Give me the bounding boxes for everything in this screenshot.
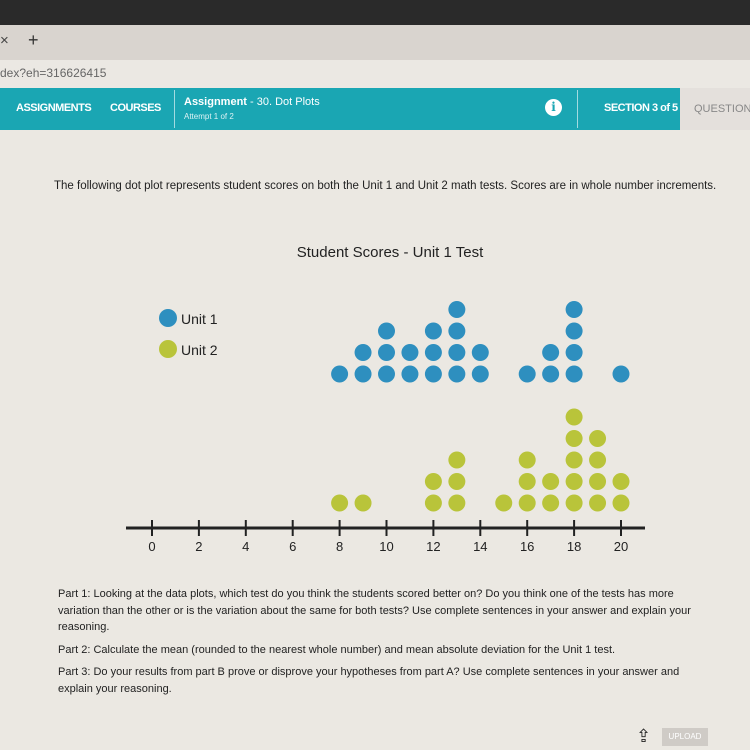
- dot-unit-2: [612, 494, 630, 512]
- url-text[interactable]: dex?eh=316626415: [0, 66, 106, 80]
- divider: [577, 90, 578, 128]
- dot-unit-1: [378, 344, 395, 361]
- dot-unit-1: [542, 344, 560, 361]
- dot-unit-2: [424, 494, 442, 512]
- dot-unit-2: [589, 494, 607, 512]
- dot-unit-1: [424, 344, 442, 361]
- dots: [331, 301, 630, 512]
- dot-unit-1: [401, 365, 419, 383]
- legend-label: Unit 2: [181, 342, 218, 358]
- section-indicator: SECTION 3 of 5: [604, 102, 678, 114]
- dot-unit-1: [565, 322, 583, 340]
- dot-unit-2: [424, 473, 442, 490]
- dot-unit-2: [565, 430, 583, 447]
- dot-unit-1: [378, 322, 395, 340]
- dot-unit-1: [424, 365, 442, 383]
- upload-button[interactable]: UPLOAD: [662, 728, 708, 746]
- tick-label: 8: [336, 539, 343, 554]
- part-3: Part 3: Do your results from part B prov…: [58, 666, 680, 695]
- dot-plot: Student Scores - Unit 1 Test Unit 1Unit …: [126, 244, 645, 554]
- dot-unit-2: [565, 473, 583, 490]
- nav-courses[interactable]: COURSES: [110, 102, 161, 114]
- info-icon[interactable]: i: [545, 99, 562, 116]
- dot-unit-2: [448, 494, 466, 512]
- dot-unit-2: [589, 451, 607, 469]
- dot-unit-1: [424, 322, 442, 340]
- tick-label: 2: [195, 539, 202, 554]
- dot-unit-2: [542, 494, 560, 512]
- question-parts: Part 1: Looking at the data plots, which…: [58, 586, 698, 703]
- tick-label: 12: [426, 539, 440, 554]
- x-axis: 0 2 4 6 8 10 12 14 16 18 20: [126, 520, 645, 554]
- tick-label: 16: [520, 539, 534, 554]
- chart-title: Student Scores - Unit 1 Test: [297, 244, 484, 261]
- dot-unit-1: [471, 365, 489, 383]
- attempt-text: Attempt 1 of 2: [184, 112, 234, 121]
- browser-tab-bar: × +: [0, 0, 750, 60]
- new-tab-button[interactable]: +: [28, 30, 39, 51]
- tick-label: 10: [379, 539, 393, 554]
- dot-unit-2: [331, 494, 349, 512]
- dot-unit-2: [565, 494, 583, 512]
- dot-unit-2: [565, 408, 583, 426]
- dot-unit-1: [448, 322, 466, 340]
- assignment-label: Assignment: [184, 96, 247, 108]
- legend: Unit 1 Unit 2: [159, 309, 218, 358]
- dot-unit-1: [401, 344, 419, 361]
- tick-label: 14: [473, 539, 487, 554]
- dot-unit-1: [518, 365, 536, 383]
- dot-unit-2: [448, 473, 466, 490]
- tick-label: 20: [614, 539, 628, 554]
- content-area: The following dot plot represents studen…: [0, 130, 750, 750]
- dot-unit-2: [589, 430, 607, 447]
- dot-unit-1: [542, 365, 560, 383]
- dot-unit-1: [354, 344, 372, 361]
- dot-unit-1: [448, 365, 466, 383]
- question-indicator: QUESTION 10 of: [680, 88, 750, 130]
- dot-unit-2: [542, 473, 560, 490]
- part-1: Part 1: Looking at the data plots, which…: [58, 588, 691, 633]
- dot-unit-2: [495, 494, 513, 512]
- top-nav: ASSIGNMENTS COURSES Assignment - 30. Dot…: [0, 88, 680, 130]
- dot-unit-1: [612, 365, 630, 383]
- address-bar[interactable]: dex?eh=316626415: [0, 60, 750, 88]
- legend-label: Unit 1: [181, 311, 218, 327]
- dot-unit-1: [448, 301, 466, 318]
- dot-unit-1: [378, 365, 395, 383]
- tick-label: 4: [242, 539, 249, 554]
- dot-unit-1: [471, 344, 489, 361]
- dot-unit-2: [518, 473, 536, 490]
- dot-unit-1: [354, 365, 372, 383]
- dot-unit-2: [589, 473, 607, 490]
- dot-unit-2: [354, 494, 372, 512]
- upload-icon[interactable]: ⇪: [636, 726, 651, 747]
- nav-assignments[interactable]: ASSIGNMENTS: [16, 102, 92, 114]
- dot-unit-2: [518, 451, 536, 469]
- dot-unit-1: [448, 344, 466, 361]
- dot-unit-2: [565, 451, 583, 469]
- tick-label: 0: [148, 539, 155, 554]
- tick-label: 18: [567, 539, 581, 554]
- dot-unit-1: [331, 365, 349, 383]
- part-2: Part 2: Calculate the mean (rounded to t…: [58, 643, 616, 656]
- assignment-name: - 30. Dot Plots: [246, 96, 320, 108]
- dot-unit-1: [565, 344, 583, 361]
- dot-unit-1: [565, 365, 583, 383]
- dot-unit-1: [565, 301, 583, 318]
- assignment-title: Assignment - 30. Dot Plots: [184, 96, 320, 108]
- tick-label: 6: [289, 539, 296, 554]
- question-prompt: The following dot plot represents studen…: [54, 180, 717, 192]
- legend-marker: [159, 340, 177, 358]
- dot-unit-2: [612, 473, 630, 490]
- divider: [174, 90, 175, 128]
- dot-unit-2: [448, 451, 466, 469]
- legend-marker: [159, 309, 177, 327]
- dot-unit-2: [518, 494, 536, 512]
- close-tab-icon[interactable]: ×: [0, 32, 9, 49]
